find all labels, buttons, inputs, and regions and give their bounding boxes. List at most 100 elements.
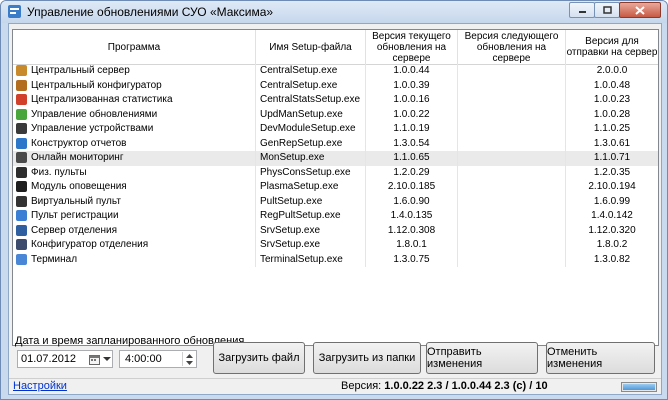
cell-program: Сервер отделения xyxy=(13,223,256,238)
cell-next-version xyxy=(458,238,566,253)
cell-program: Физ. пульты xyxy=(13,165,256,180)
cell-send-version: 1.0.0.23 xyxy=(593,94,631,105)
calendar-dropdown-button[interactable] xyxy=(89,352,111,366)
cell-current-version: 1.6.0.90 xyxy=(366,194,458,209)
table-row[interactable]: Конфигуратор отделения SrvSetup.exe 1.8.0.… xyxy=(13,238,658,253)
cell-program: Терминал xyxy=(13,252,256,267)
table-row[interactable]: Терминал TerminalSetup.exe 1.3.0.75 1.3.0.8… xyxy=(13,252,658,267)
cell-next-version xyxy=(458,165,566,180)
cell-current-version: 1.12.0.308 xyxy=(366,223,458,238)
cell-send-version: 1.1.0.71 xyxy=(593,152,631,163)
cell-send-version: 2.0.0.0 xyxy=(596,65,628,76)
table-row[interactable]: Управление обновлениями UpdManSetup.exe 1.… xyxy=(13,107,658,122)
cell-next-version xyxy=(458,78,566,93)
table-row[interactable]: Модуль оповещения PlasmaSetup.exe 2.10.0.1… xyxy=(13,180,658,195)
cell-send-version: 2.10.0.194 xyxy=(588,181,636,192)
cell-setup-file: TerminalSetup.exe xyxy=(256,252,366,267)
column-header-program[interactable]: Программа xyxy=(13,30,256,64)
cell-setup-file: CentralSetup.exe xyxy=(256,78,366,93)
cell-current-version: 1.0.0.22 xyxy=(366,107,458,122)
title-bar[interactable]: Управление обновлениями СУО «Максима» xyxy=(1,1,667,23)
calendar-icon xyxy=(89,354,100,365)
progress-fill xyxy=(623,384,655,390)
column-header-send-version[interactable]: Версия для отправки на сервер xyxy=(566,30,658,64)
cell-send-version: 1.1.0.25 xyxy=(593,123,631,134)
settings-link[interactable]: Настройки xyxy=(13,380,67,392)
table-row[interactable]: Центральный сервер CentralSetup.exe 1.0.0.… xyxy=(13,64,658,79)
cell-next-version xyxy=(458,151,566,166)
load-file-button[interactable]: Загрузить файл xyxy=(213,342,305,374)
cell-send-version: 1.0.0.28 xyxy=(593,108,631,120)
table-row[interactable]: Физ. пульты PhysConsSetup.exe 1.2.0.29 1.2.… xyxy=(13,165,658,180)
cell-next-version xyxy=(458,64,566,79)
cell-program: Центральный сервер xyxy=(13,64,256,79)
table-row[interactable]: Пульт регистрации RegPultSetup.exe 1.4.0.1… xyxy=(13,209,658,224)
send-changes-button[interactable]: Отправить изменения xyxy=(426,342,538,374)
maximize-button[interactable] xyxy=(594,2,620,18)
table-row[interactable]: Конструктор отчетов GenRepSetup.exe 1.3.0.… xyxy=(13,136,658,151)
schedule-time-input[interactable]: 4:00:00 xyxy=(119,350,197,368)
minimize-button[interactable] xyxy=(569,2,595,18)
close-icon xyxy=(635,5,645,15)
cell-setup-file: PlasmaSetup.exe xyxy=(256,180,366,195)
app-icon xyxy=(8,5,21,18)
cell-next-version xyxy=(458,107,566,122)
cell-program: Управление обновлениями xyxy=(13,107,256,122)
cell-current-version: 1.3.0.54 xyxy=(366,136,458,151)
cell-next-version xyxy=(458,194,566,209)
schedule-date-picker[interactable]: 01.07.2012 xyxy=(17,350,113,368)
table-row[interactable]: Онлайн мониторинг MonSetup.exe 1.1.0.65 1.1… xyxy=(13,151,658,166)
cell-program: Конструктор отчетов xyxy=(13,136,256,151)
cell-next-version xyxy=(458,93,566,108)
cell-send-version: 1.3.0.82 xyxy=(593,253,631,265)
cell-program: Виртуальный пульт xyxy=(13,194,256,209)
cell-next-version xyxy=(458,252,566,267)
cell-setup-file: SrvSetup.exe xyxy=(256,223,366,238)
load-folder-button[interactable]: Загрузить из папки xyxy=(313,342,421,374)
cell-program: Конфигуратор отделения xyxy=(13,238,256,253)
chevron-down-icon xyxy=(103,357,111,361)
cell-setup-file: SrvSetup.exe xyxy=(256,238,366,253)
table-row[interactable]: Центральный конфигуратор CentralSetup.exe… xyxy=(13,78,658,93)
spin-up-icon[interactable] xyxy=(185,353,193,358)
table-row[interactable]: Управление устройствами DevModuleSetup.ex… xyxy=(13,122,658,137)
cell-next-version xyxy=(458,209,566,224)
version-info: Версия: 1.0.0.22 2.3 / 1.0.0.44 2.3 (c) … xyxy=(341,380,548,392)
cell-send-version: 1.4.0.142 xyxy=(591,210,633,221)
time-spinner[interactable] xyxy=(182,352,195,366)
cell-current-version: 1.1.0.19 xyxy=(366,122,458,137)
cell-setup-file: PhysConsSetup.exe xyxy=(256,165,366,180)
cell-send-version: 1.12.0.320 xyxy=(588,224,636,236)
cell-program: Онлайн мониторинг xyxy=(13,151,256,166)
programs-grid: Программа Имя Setup-файла Версия текущег… xyxy=(12,29,659,346)
version-value: 1.0.0.22 2.3 / 1.0.0.44 2.3 (c) / 10 xyxy=(384,380,548,392)
schedule-label: Дата и время запланированного обновления xyxy=(15,335,245,347)
close-button[interactable] xyxy=(619,2,661,18)
cell-send-version: 1.3.0.61 xyxy=(593,137,631,149)
cell-current-version: 1.3.0.75 xyxy=(366,252,458,267)
version-label: Версия: xyxy=(341,380,382,392)
cell-current-version: 1.4.0.135 xyxy=(366,209,458,224)
window-title: Управление обновлениями СУО «Максима» xyxy=(27,5,274,19)
cell-next-version xyxy=(458,136,566,151)
minimize-icon xyxy=(578,11,586,13)
client-area: Программа Имя Setup-файла Версия текущег… xyxy=(8,23,662,395)
cell-program: Управление устройствами xyxy=(13,122,256,137)
column-header-setup-file[interactable]: Имя Setup-файла xyxy=(256,30,366,64)
table-row[interactable]: Сервер отделения SrvSetup.exe 1.12.0.308 1.… xyxy=(13,223,658,238)
cell-send-version: 1.6.0.99 xyxy=(593,195,631,207)
cell-setup-file: RegPultSetup.exe xyxy=(256,209,366,224)
cancel-changes-button[interactable]: Отменить изменения xyxy=(546,342,655,374)
cell-current-version: 1.8.0.1 xyxy=(366,238,458,253)
spin-down-icon[interactable] xyxy=(185,360,193,365)
table-row[interactable]: Виртуальный пульт PultSetup.exe 1.6.0.90 1.… xyxy=(13,194,658,209)
table-row[interactable]: Централизованная статистика CentralStatsS… xyxy=(13,93,658,108)
column-header-next-version[interactable]: Версия следующего обновления на сервере xyxy=(458,30,566,64)
schedule-date-value: 01.07.2012 xyxy=(21,353,77,365)
maximize-icon xyxy=(602,6,612,14)
cell-send-version: 1.8.0.2 xyxy=(596,239,628,250)
cell-setup-file: UpdManSetup.exe xyxy=(256,107,366,122)
cell-program: Модуль оповещения xyxy=(13,180,256,195)
cell-setup-file: DevModuleSetup.exe xyxy=(256,122,366,137)
column-header-current-version[interactable]: Версия текущего обновления на сервере xyxy=(366,30,458,64)
